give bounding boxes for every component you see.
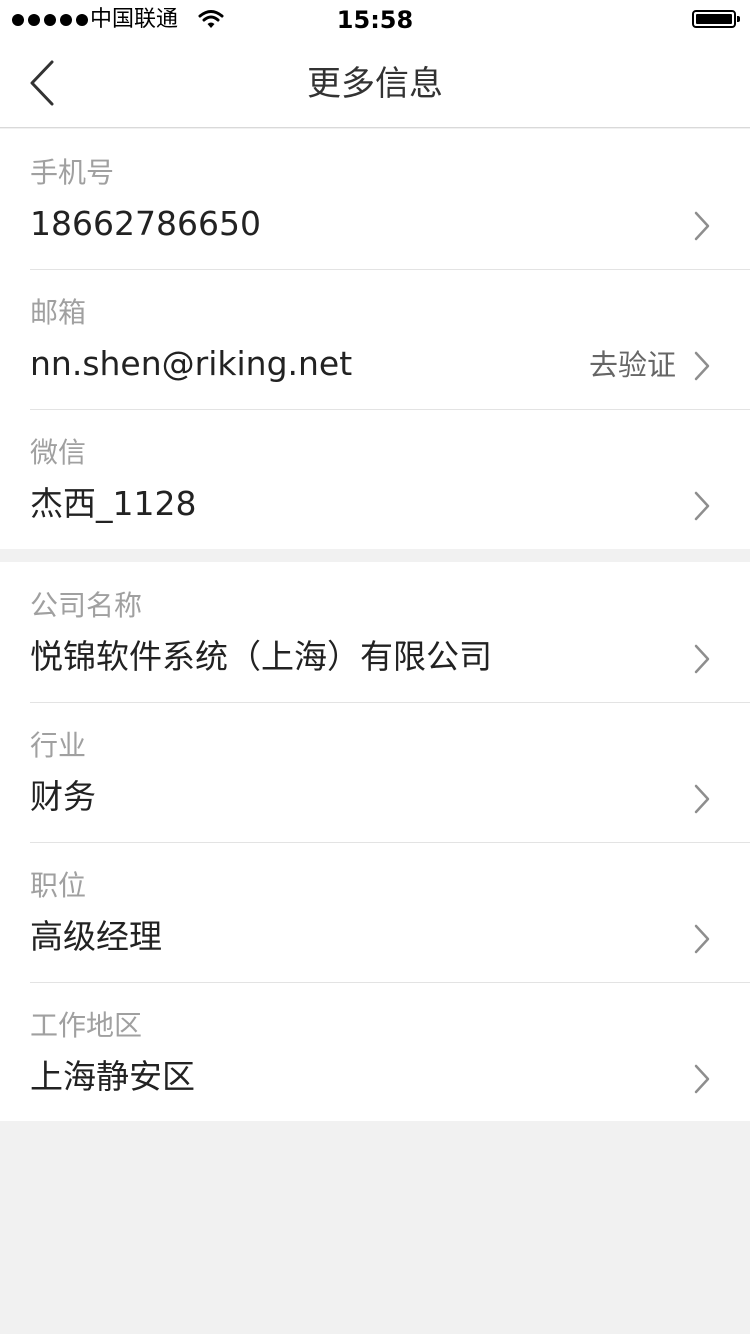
phone-row[interactable]: 手机号 18662786650 — [0, 129, 750, 269]
email-value: nn.shen@riking.net — [30, 344, 353, 383]
verify-email-link[interactable]: 去验证 — [589, 345, 676, 385]
chevron-right-icon — [694, 211, 710, 241]
chevron-right-icon — [694, 351, 710, 381]
company-label: 公司名称 — [30, 589, 143, 622]
chevron-right-icon — [694, 924, 710, 954]
position-row[interactable]: 职位 高级经理 — [0, 842, 750, 982]
company-row[interactable]: 公司名称 悦锦软件系统（上海）有限公司 — [0, 562, 750, 702]
contact-info-section: 手机号 18662786650 邮箱 nn.shen@riking.net 去验… — [0, 129, 750, 549]
chevron-right-icon — [694, 1064, 710, 1094]
chevron-right-icon — [694, 644, 710, 674]
work-region-row[interactable]: 工作地区 上海静安区 — [0, 982, 750, 1122]
chevron-right-icon — [694, 491, 710, 521]
industry-label: 行业 — [30, 729, 87, 762]
wechat-value: 杰西_1128 — [30, 484, 197, 523]
work-info-section: 公司名称 悦锦软件系统（上海）有限公司 行业 财务 职位 高级经理 工作地区 上… — [0, 562, 750, 1121]
wechat-row[interactable]: 微信 杰西_1128 — [0, 409, 750, 549]
phone-label: 手机号 — [30, 156, 115, 189]
email-row[interactable]: 邮箱 nn.shen@riking.net 去验证 — [0, 269, 750, 409]
wechat-label: 微信 — [30, 436, 87, 469]
position-value: 高级经理 — [30, 917, 162, 956]
work-region-label: 工作地区 — [30, 1009, 143, 1042]
chevron-right-icon — [694, 784, 710, 814]
phone-value: 18662786650 — [30, 204, 261, 243]
page-title: 更多信息 — [307, 64, 443, 104]
industry-value: 财务 — [30, 777, 96, 816]
status-bar: 中国联通 15:58 — [0, 0, 750, 40]
status-time: 15:58 — [336, 6, 414, 34]
email-label: 邮箱 — [30, 296, 87, 329]
company-value: 悦锦软件系统（上海）有限公司 — [30, 637, 492, 676]
work-region-value: 上海静安区 — [30, 1057, 195, 1096]
battery-icon — [692, 10, 740, 28]
position-label: 职位 — [30, 869, 87, 902]
navigation-bar: 更多信息 — [0, 40, 750, 128]
industry-row[interactable]: 行业 财务 — [0, 702, 750, 842]
